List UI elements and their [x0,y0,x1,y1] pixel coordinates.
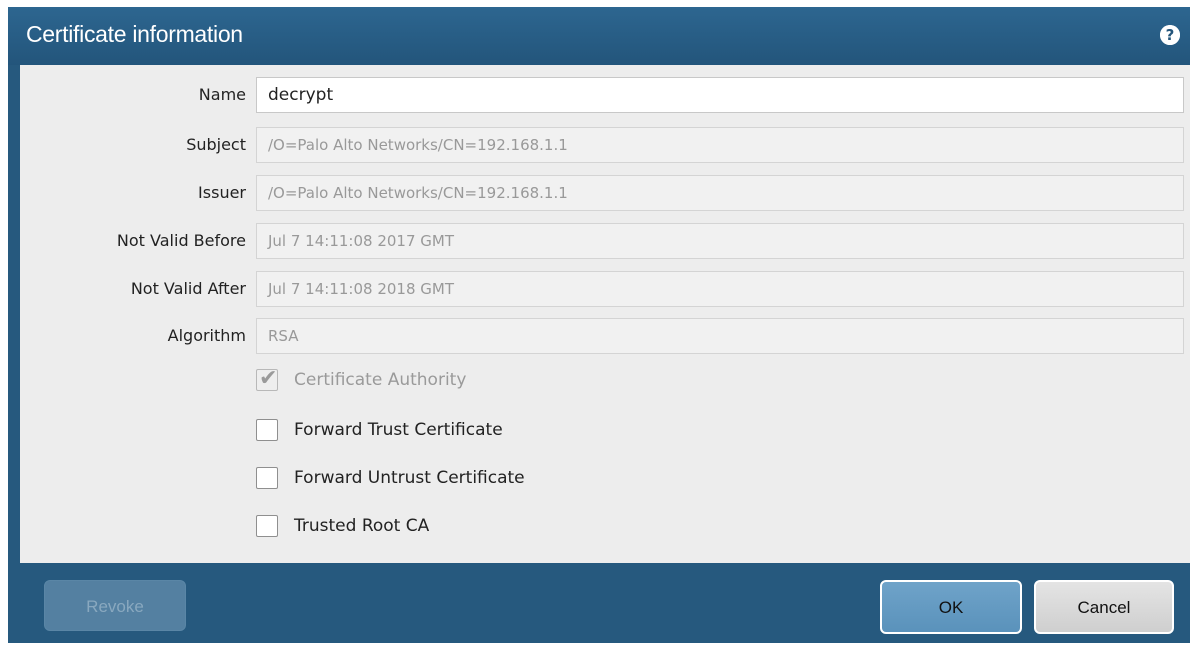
field-row-not-valid-before: Not Valid Before Jul 7 14:11:08 2017 GMT [20,223,1190,261]
revoke-button[interactable]: Revoke [44,580,186,631]
subject-label: Subject [186,135,246,154]
not-valid-after-label: Not Valid After [130,279,246,298]
certificate-authority-checkbox: ✔ [256,366,278,391]
name-input[interactable]: decrypt [256,77,1184,113]
issuer-label: Issuer [198,183,246,202]
certificate-dialog: Certificate information ? Name decrypt S… [8,7,1190,643]
forward-trust-label[interactable]: Forward Trust Certificate [294,420,503,440]
subject-field: /O=Palo Alto Networks/CN=192.168.1.1 [256,127,1184,163]
trusted-root-ca-row: Trusted Root CA [256,513,856,543]
ok-button[interactable]: OK [880,580,1022,634]
field-row-not-valid-after: Not Valid After Jul 7 14:11:08 2018 GMT [20,271,1190,309]
dialog-footer: Revoke OK Cancel [8,563,1190,643]
trusted-root-ca-label[interactable]: Trusted Root CA [294,516,429,536]
dialog-title: Certificate information [26,21,243,47]
not-valid-after-field: Jul 7 14:11:08 2018 GMT [256,271,1184,307]
certificate-authority-row: ✔ Certificate Authority [256,366,856,397]
checkmark-icon: ✔ [259,366,278,391]
not-valid-before-label: Not Valid Before [116,231,246,250]
name-label: Name [198,85,246,104]
certificate-authority-label: Certificate Authority [294,370,467,390]
help-icon[interactable]: ? [1160,25,1180,45]
algorithm-label: Algorithm [167,326,246,345]
trusted-root-ca-checkbox[interactable] [256,515,278,537]
cancel-button[interactable]: Cancel [1034,580,1174,634]
dialog-titlebar: Certificate information ? [8,7,1190,65]
dialog-body: Name decrypt Subject /O=Palo Alto Networ… [20,65,1190,563]
forward-untrust-row: Forward Untrust Certificate [256,465,856,495]
forward-untrust-checkbox[interactable] [256,467,278,489]
field-row-subject: Subject /O=Palo Alto Networks/CN=192.168… [20,127,1190,165]
forward-trust-checkbox[interactable] [256,419,278,441]
not-valid-before-field: Jul 7 14:11:08 2017 GMT [256,223,1184,259]
forward-trust-row: Forward Trust Certificate [256,417,856,447]
issuer-field: /O=Palo Alto Networks/CN=192.168.1.1 [256,175,1184,211]
field-row-name: Name decrypt [20,77,1190,115]
field-row-algorithm: Algorithm RSA [20,318,1190,356]
field-row-issuer: Issuer /O=Palo Alto Networks/CN=192.168.… [20,175,1190,213]
forward-untrust-label[interactable]: Forward Untrust Certificate [294,468,525,488]
algorithm-field: RSA [256,318,1184,354]
